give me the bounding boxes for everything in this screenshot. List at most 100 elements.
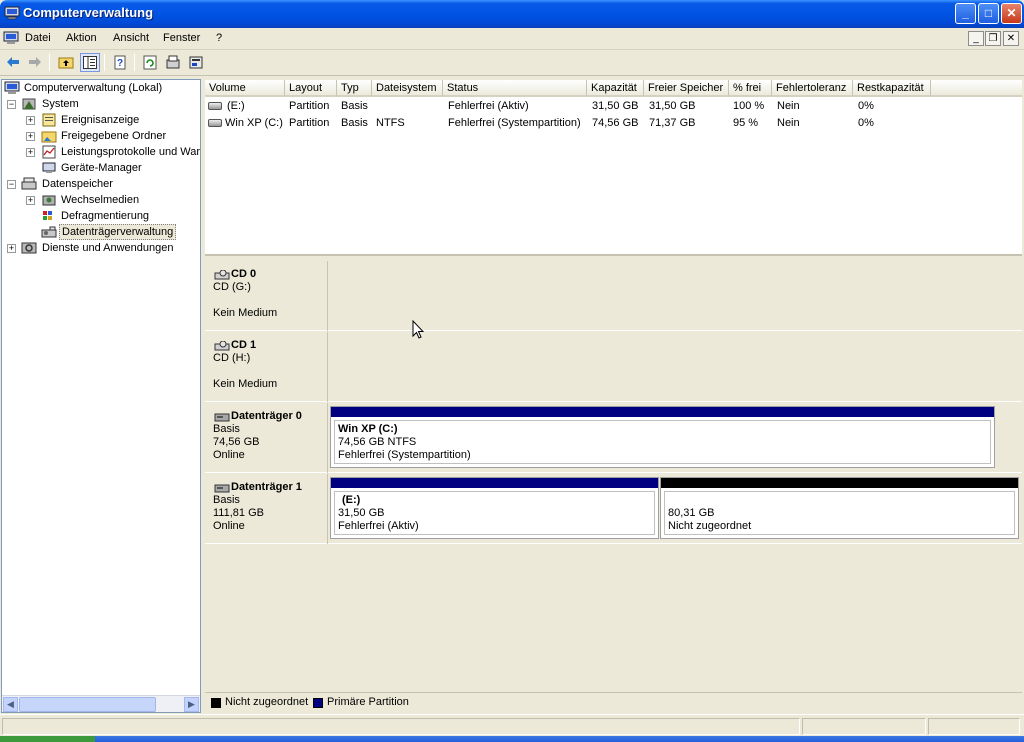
column-header-fehlertoleranz[interactable]: Fehlertoleranz [772,80,853,97]
menu-datei[interactable]: Datei [25,32,51,44]
disk-management-icon [41,226,57,238]
cell-restkapazitaet: 0% [858,100,874,112]
partition-status: Fehlerfrei (Aktiv) [338,520,419,532]
partition-title [668,494,1014,507]
expand-icon[interactable]: + [26,132,35,141]
disk-row-cd1[interactable]: CD 1 CD (H:) Kein Medium [205,332,1022,402]
properties-button[interactable]: ? [110,53,130,72]
tree-item-defragmentierung[interactable]: Defragmentierung [4,208,200,224]
disk-info-3: Kein Medium [213,307,278,319]
close-button[interactable]: ✕ [1001,3,1022,24]
tree-item-system[interactable]: − System [4,96,200,112]
partition-e[interactable]: (E:) 31,50 GB Fehlerfrei (Aktiv) [330,477,659,539]
disk-name: CD 0 [231,268,257,280]
disk-info-1: Basis [213,494,240,506]
disk-properties-button[interactable] [163,53,183,72]
scroll-thumb[interactable] [19,697,156,712]
tree-item-freigegebene-ordner[interactable]: + Freigegebene Ordner [4,128,200,144]
table-row[interactable]: Win XP (C:) Partition Basis NTFS Fehlerf… [205,115,1022,131]
mdi-restore-button[interactable]: ❐ [985,31,1001,46]
tree-item-geraete-manager[interactable]: Geräte-Manager [4,160,200,176]
refresh-icon [143,55,157,70]
tree-label-geraete-manager: Geräte-Manager [61,162,142,174]
scroll-left-icon[interactable]: ◀ [3,697,18,712]
partition-status: Nicht zugeordnet [668,520,752,532]
volume-icon [208,102,222,110]
volume-icon [208,119,222,127]
cell-freier-speicher: 71,37 GB [649,117,696,129]
partition-win-xp[interactable]: Win XP (C:) 74,56 GB NTFS Fehlerfrei (Sy… [330,406,995,468]
disk-row-disk1[interactable]: Datenträger 1 Basis 111,81 GB Online (E:… [205,474,1022,544]
menu-help[interactable]: ? [216,32,222,44]
up-folder-button[interactable] [56,53,76,72]
back-button[interactable] [3,53,23,72]
column-header-freier-speicher[interactable]: Freier Speicher [644,80,729,97]
svg-text:?: ? [117,58,123,69]
expand-icon[interactable]: + [26,116,35,125]
column-header-kapazitaet[interactable]: Kapazität [587,80,644,97]
expand-icon[interactable]: + [7,244,16,253]
disk-info-3: Online [213,449,245,461]
partition-details: Win XP (C:) 74,56 GB NTFS Fehlerfrei (Sy… [334,420,991,464]
scroll-right-icon[interactable]: ▶ [184,697,199,712]
menu-fenster[interactable]: Fenster [163,32,200,44]
shared-folder-icon [41,131,57,143]
disk-info-3: Kein Medium [213,378,278,390]
tree-item-wechselmedien[interactable]: + Wechselmedien [4,192,200,208]
refresh-button[interactable] [140,53,160,72]
cell-kapazitaet: 31,50 GB [592,100,639,112]
mdi-minimize-button[interactable]: _ [968,31,984,46]
partition-unallocated[interactable]: 80,31 GB Nicht zugeordnet [660,477,1019,539]
column-header-typ[interactable]: Typ [337,80,372,97]
collapse-icon[interactable]: − [7,100,16,109]
tree-item-ereignisanzeige[interactable]: + Ereignisanzeige [4,112,200,128]
tree-label-datentraegerverwaltung: Datenträgerverwaltung [59,224,177,240]
console-tree: Computerverwaltung (Lokal) − System + Er… [1,79,201,713]
disk-row-cd0[interactable]: CD 0 CD (G:) Kein Medium [205,261,1022,331]
column-header-prozent-frei[interactable]: % frei [729,80,772,97]
cell-status: Fehlerfrei (Aktiv) [448,100,529,112]
table-row[interactable]: (E:) Partition Basis Fehlerfrei (Aktiv) … [205,98,1022,114]
column-header-dateisystem[interactable]: Dateisystem [372,80,443,97]
tree-item-dienste[interactable]: + Dienste und Anwendungen [4,240,200,256]
cell-volume: (E:) [227,100,245,112]
status-bar [0,714,1024,736]
minimize-button[interactable]: _ [955,3,976,24]
expand-icon[interactable]: + [26,196,35,205]
disk-label-disk0[interactable]: Datenträger 0 Basis 74,56 GB Online [205,403,328,473]
column-header-restkapazitaet[interactable]: Restkapazität [853,80,931,97]
computer-management-icon [4,6,20,20]
disk-row-disk0[interactable]: Datenträger 0 Basis 74,56 GB Online Win … [205,403,1022,473]
maximize-button[interactable]: □ [978,3,999,24]
disk-label-cd0[interactable]: CD 0 CD (G:) Kein Medium [205,261,328,331]
tree-item-leistungsprotokolle[interactable]: + Leistungsprotokolle und Warr [4,144,200,160]
column-header-layout[interactable]: Layout [285,80,337,97]
settings-button[interactable] [186,53,206,72]
mmc-document-icon[interactable] [3,31,19,45]
show-hide-tree-button[interactable] [80,53,100,72]
tree-horizontal-scrollbar[interactable]: ◀ ▶ [2,695,200,712]
collapse-icon[interactable]: − [7,180,16,189]
disk-info-1: Basis [213,423,240,435]
cell-kapazitaet: 74,56 GB [592,117,639,129]
partition-title: Win XP (C:) [338,423,398,435]
start-button[interactable] [0,736,95,742]
tree-item-datenspeicher[interactable]: − Datenspeicher [4,176,200,192]
legend-swatch-primary [313,698,323,708]
disk-label-cd1[interactable]: CD 1 CD (H:) Kein Medium [205,332,328,402]
tree-item-root[interactable]: Computerverwaltung (Lokal) [4,80,200,96]
column-header-volume[interactable]: Volume [205,80,285,97]
cell-volume: Win XP (C:) [225,117,283,129]
disk-label-disk1[interactable]: Datenträger 1 Basis 111,81 GB Online [205,474,328,544]
menu-ansicht[interactable]: Ansicht [113,32,149,44]
expand-icon[interactable]: + [26,148,35,157]
disk-info-1: CD (H:) [213,352,251,364]
tree-label-dienste: Dienste und Anwendungen [42,242,174,254]
tree-item-datentraegerverwaltung[interactable]: Datenträgerverwaltung [4,224,200,240]
forward-button[interactable] [25,53,45,72]
status-cell-main [2,718,800,735]
mdi-close-button[interactable]: ✕ [1003,31,1019,46]
menu-aktion[interactable]: Aktion [66,32,97,44]
column-header-status[interactable]: Status [443,80,587,97]
properties-icon: ? [114,55,126,70]
